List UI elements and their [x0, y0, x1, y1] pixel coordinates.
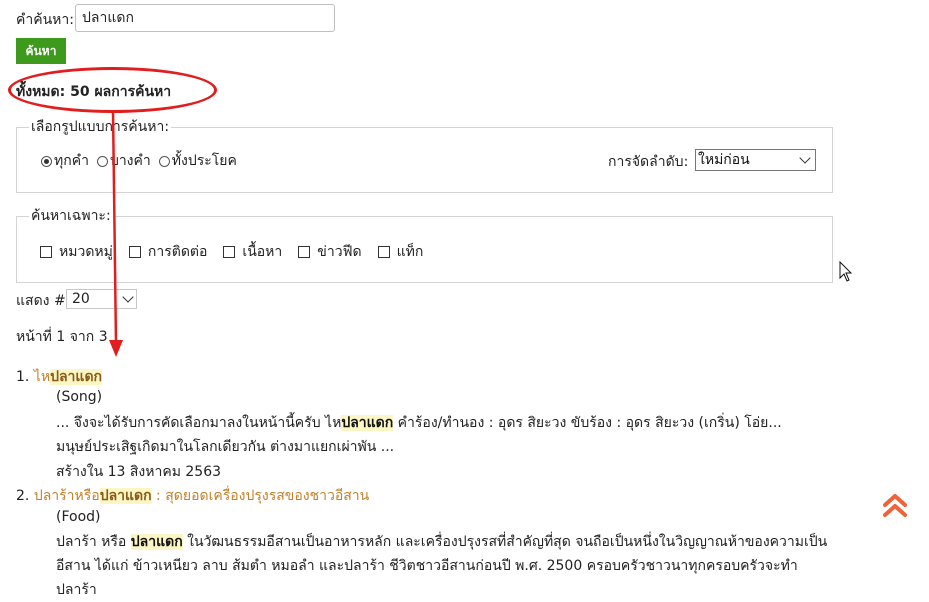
result-title-suffix: : สุดยอดเครื่องปรุงรสของชาวอีสาน — [151, 488, 370, 504]
filter-contacts-label: การติดต่อ — [147, 244, 208, 260]
per-page-label: แสดง # — [16, 293, 66, 309]
result-title-prefix: ไห — [33, 369, 51, 385]
result-snippet-highlight: ปลาแดก — [130, 534, 183, 550]
result-title-row: 2. ปลาร้าหรือปลาแดก : สุดยอดเครื่องปรุงร… — [16, 485, 369, 507]
filter-content-label: เนื้อหา — [242, 244, 283, 260]
result-number: 2. — [16, 488, 30, 504]
result-snippet-end: อีสาน ได้แก่ ข้าวเหนียว ลาบ ส้มตำ หมอลำ … — [56, 558, 798, 598]
radio-all-words[interactable]: ทุกคำ — [41, 150, 89, 172]
result-category: (Song) — [56, 389, 103, 405]
result-snippet-start: ปลาร้า หรือ — [56, 534, 131, 550]
sort-select-value: ใหม่ก่อน — [698, 152, 750, 168]
filter-tags-label: แท็ก — [396, 244, 424, 260]
result-snippet: ... จึงจะได้รับการคัดเลือกมาลงในหน้านี้ค… — [56, 411, 836, 459]
result-snippet: ปลาร้า หรือ ปลาแดก ในวัฒนธรรมอีสานเป็นอา… — [56, 530, 836, 602]
search-mode-options: ทุกคำ บางคำ ทั้งประโยค — [41, 150, 237, 172]
result-title-link[interactable]: ไหปลาแดก — [33, 369, 103, 385]
result-snippet-highlight: ปลาแดก — [341, 415, 394, 431]
result-snippet-middle: คำร้อง/ทำนอง : อุดร สิยะวง ขับร้อง : อุด… — [393, 415, 782, 431]
radio-exact-phrase-label: ทั้งประโยค — [171, 153, 237, 169]
chevron-down-icon — [799, 152, 811, 164]
result-snippet-start: ... จึงจะได้รับการคัดเลือกมาลงในหน้านี้ค… — [56, 415, 342, 431]
result-date: สร้างใน 13 สิงหาคม 2563 — [56, 464, 222, 480]
filter-options: หมวดหมู่ การติดต่อ เนื้อหา ข่าวฟีด แท็ก — [40, 241, 439, 263]
search-button[interactable]: ค้นหา — [16, 38, 66, 64]
filter-tags-checkbox[interactable] — [377, 246, 390, 258]
filter-newsfeeds[interactable]: ข่าวฟีด — [298, 241, 362, 263]
radio-all-words-icon[interactable] — [41, 155, 52, 167]
result-title-highlight: ปลาแดก — [99, 488, 152, 504]
per-page-value: 20 — [72, 291, 90, 307]
radio-all-words-label: ทุกคำ — [54, 153, 89, 169]
result-snippet-end: มนุษย์ประเสิฐเกิดมาในโลกเดียวกัน ต่างมาแ… — [56, 439, 395, 455]
annotation-ellipse — [8, 67, 217, 113]
result-title-row: 1. ไหปลาแดก — [16, 366, 103, 388]
filter-tags[interactable]: แท็ก — [377, 241, 424, 263]
result-number: 1. — [16, 369, 30, 385]
search-mode-legend: เลือกรูปแบบการค้นหา: — [31, 119, 170, 135]
result-category: (Food) — [56, 509, 101, 525]
search-label: คำค้นหา: — [16, 12, 74, 28]
filter-content-checkbox[interactable] — [223, 246, 236, 258]
annotation-arrow — [109, 109, 123, 357]
filter-newsfeeds-checkbox[interactable] — [298, 246, 311, 258]
filter-categories-checkbox[interactable] — [40, 246, 52, 258]
filter-newsfeeds-label: ข่าวฟีด — [317, 244, 362, 260]
sort-label: การจัดลำดับ: — [608, 154, 689, 170]
result-title-prefix: ปลาร้าหรือ — [33, 488, 100, 504]
mouse-pointer-icon — [839, 261, 853, 282]
result-title-highlight: ปลาแดก — [50, 369, 103, 385]
filter-legend: ค้นหาเฉพาะ: — [31, 208, 111, 224]
filter-contacts[interactable]: การติดต่อ — [128, 241, 208, 263]
radio-exact-phrase-icon[interactable] — [158, 155, 170, 167]
radio-exact-phrase[interactable]: ทั้งประโยค — [158, 150, 237, 172]
search-input[interactable] — [75, 4, 335, 32]
result-snippet-middle: ในวัฒนธรรมอีสานเป็นอาหารหลัก และเครื่องป… — [182, 534, 828, 550]
filter-categories[interactable]: หมวดหมู่ — [40, 241, 113, 263]
sort-select[interactable]: ใหม่ก่อน — [695, 149, 816, 171]
filter-contacts-checkbox[interactable] — [128, 246, 141, 258]
filter-content[interactable]: เนื้อหา — [223, 241, 282, 263]
double-chevron-up-icon[interactable] — [880, 490, 910, 520]
pagination-counter: หน้าที่ 1 จาก 3 — [16, 329, 108, 345]
result-title-link[interactable]: ปลาร้าหรือปลาแดก : สุดยอดเครื่องปรุงรสขอ… — [34, 488, 369, 504]
